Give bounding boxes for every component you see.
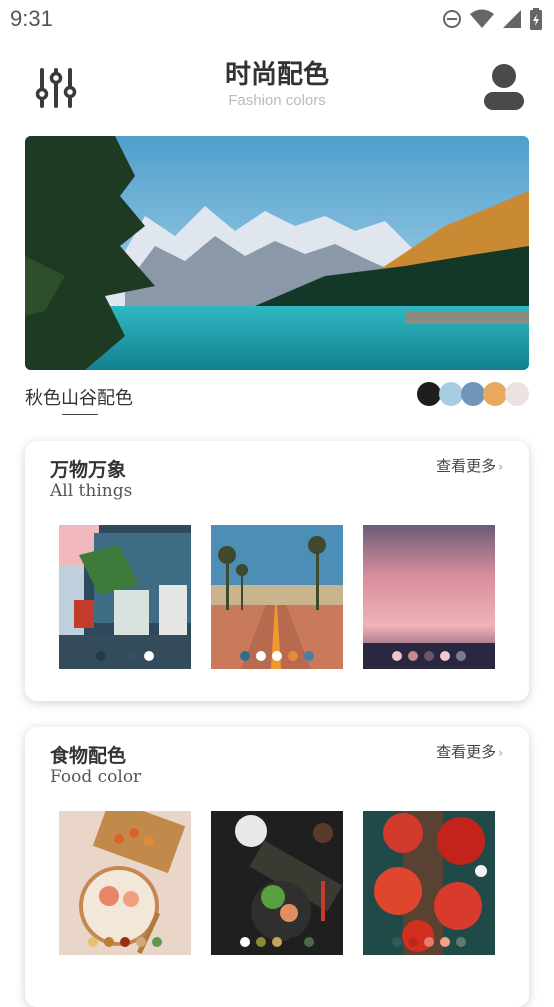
color-dot xyxy=(144,651,154,661)
hero-caption: 秋色山谷配色 xyxy=(25,388,133,409)
thumbnail-strawberry-tarts[interactable] xyxy=(363,811,495,955)
status-icons xyxy=(442,8,542,34)
page-title: 时尚配色 xyxy=(224,60,329,90)
color-dot xyxy=(240,937,250,947)
view-more-link[interactable]: 查看更多 › xyxy=(436,455,503,476)
color-dot xyxy=(408,651,418,661)
color-dot xyxy=(304,937,314,947)
palette-swatch xyxy=(483,382,507,406)
color-dots xyxy=(211,651,343,661)
view-more-label: 查看更多 xyxy=(436,743,497,761)
signal-icon xyxy=(502,9,522,33)
chevron-right-icon: › xyxy=(498,460,503,474)
color-dot xyxy=(272,937,282,947)
status-time: 9:31 xyxy=(10,6,53,31)
hero-palette xyxy=(417,382,529,406)
color-dot xyxy=(112,651,122,661)
thumbnail-dark-dinner[interactable] xyxy=(211,811,343,955)
palette-swatch xyxy=(505,382,529,406)
color-dot xyxy=(96,651,106,661)
color-dot xyxy=(152,937,162,947)
view-more-link[interactable]: 查看更多 › xyxy=(436,741,503,762)
color-dots xyxy=(211,937,343,947)
color-dot xyxy=(120,937,130,947)
color-dot xyxy=(128,651,138,661)
do-not-disturb-icon xyxy=(442,9,462,33)
color-dot xyxy=(424,651,434,661)
battery-icon xyxy=(530,8,542,34)
view-more-label: 查看更多 xyxy=(436,457,497,475)
color-dot xyxy=(456,937,466,947)
color-dot xyxy=(272,651,282,661)
user-icon xyxy=(482,64,526,118)
color-dot xyxy=(136,937,146,947)
color-dots xyxy=(363,651,495,661)
header: 时尚配色 Fashion colors xyxy=(0,48,554,128)
color-dot xyxy=(256,937,266,947)
palette-swatch xyxy=(461,382,485,406)
color-dots xyxy=(59,937,191,947)
color-dot xyxy=(104,937,114,947)
color-dot xyxy=(288,651,298,661)
chevron-right-icon: › xyxy=(498,746,503,760)
color-dot xyxy=(424,937,434,947)
page-subtitle: Fashion colors xyxy=(228,92,326,109)
hero-caption-underline xyxy=(62,414,98,415)
section-subtitle: Food color xyxy=(50,767,142,787)
thumbnail-palm-road[interactable] xyxy=(211,525,343,669)
section-title: 食物配色 xyxy=(50,745,127,767)
thumbnail-noodle-bowl[interactable] xyxy=(59,811,191,955)
color-dot xyxy=(392,651,402,661)
color-dot xyxy=(256,651,266,661)
color-dot xyxy=(304,651,314,661)
section-card-all-things: 万物万象 All things 查看更多 › xyxy=(25,441,529,701)
section-subtitle: All things xyxy=(50,481,133,501)
section-card-food-color: 食物配色 Food color 查看更多 › xyxy=(25,727,529,1007)
color-dot xyxy=(288,937,298,947)
status-bar: 9:31 xyxy=(0,0,554,38)
hero-image[interactable] xyxy=(25,136,529,370)
color-dot xyxy=(88,937,98,947)
thumbnail-pink-sunset[interactable] xyxy=(363,525,495,669)
palette-swatch xyxy=(417,382,441,406)
color-dot xyxy=(392,937,402,947)
color-dot xyxy=(440,937,450,947)
color-dot xyxy=(240,651,250,661)
color-dot xyxy=(440,651,450,661)
color-dots xyxy=(59,651,191,661)
section-title: 万物万象 xyxy=(50,459,127,481)
color-dot xyxy=(456,651,466,661)
profile-button[interactable] xyxy=(482,62,526,114)
color-dot xyxy=(408,937,418,947)
thumbnail-street-shop[interactable] xyxy=(59,525,191,669)
color-dots xyxy=(363,937,495,947)
palette-swatch xyxy=(439,382,463,406)
wifi-icon xyxy=(470,9,494,33)
